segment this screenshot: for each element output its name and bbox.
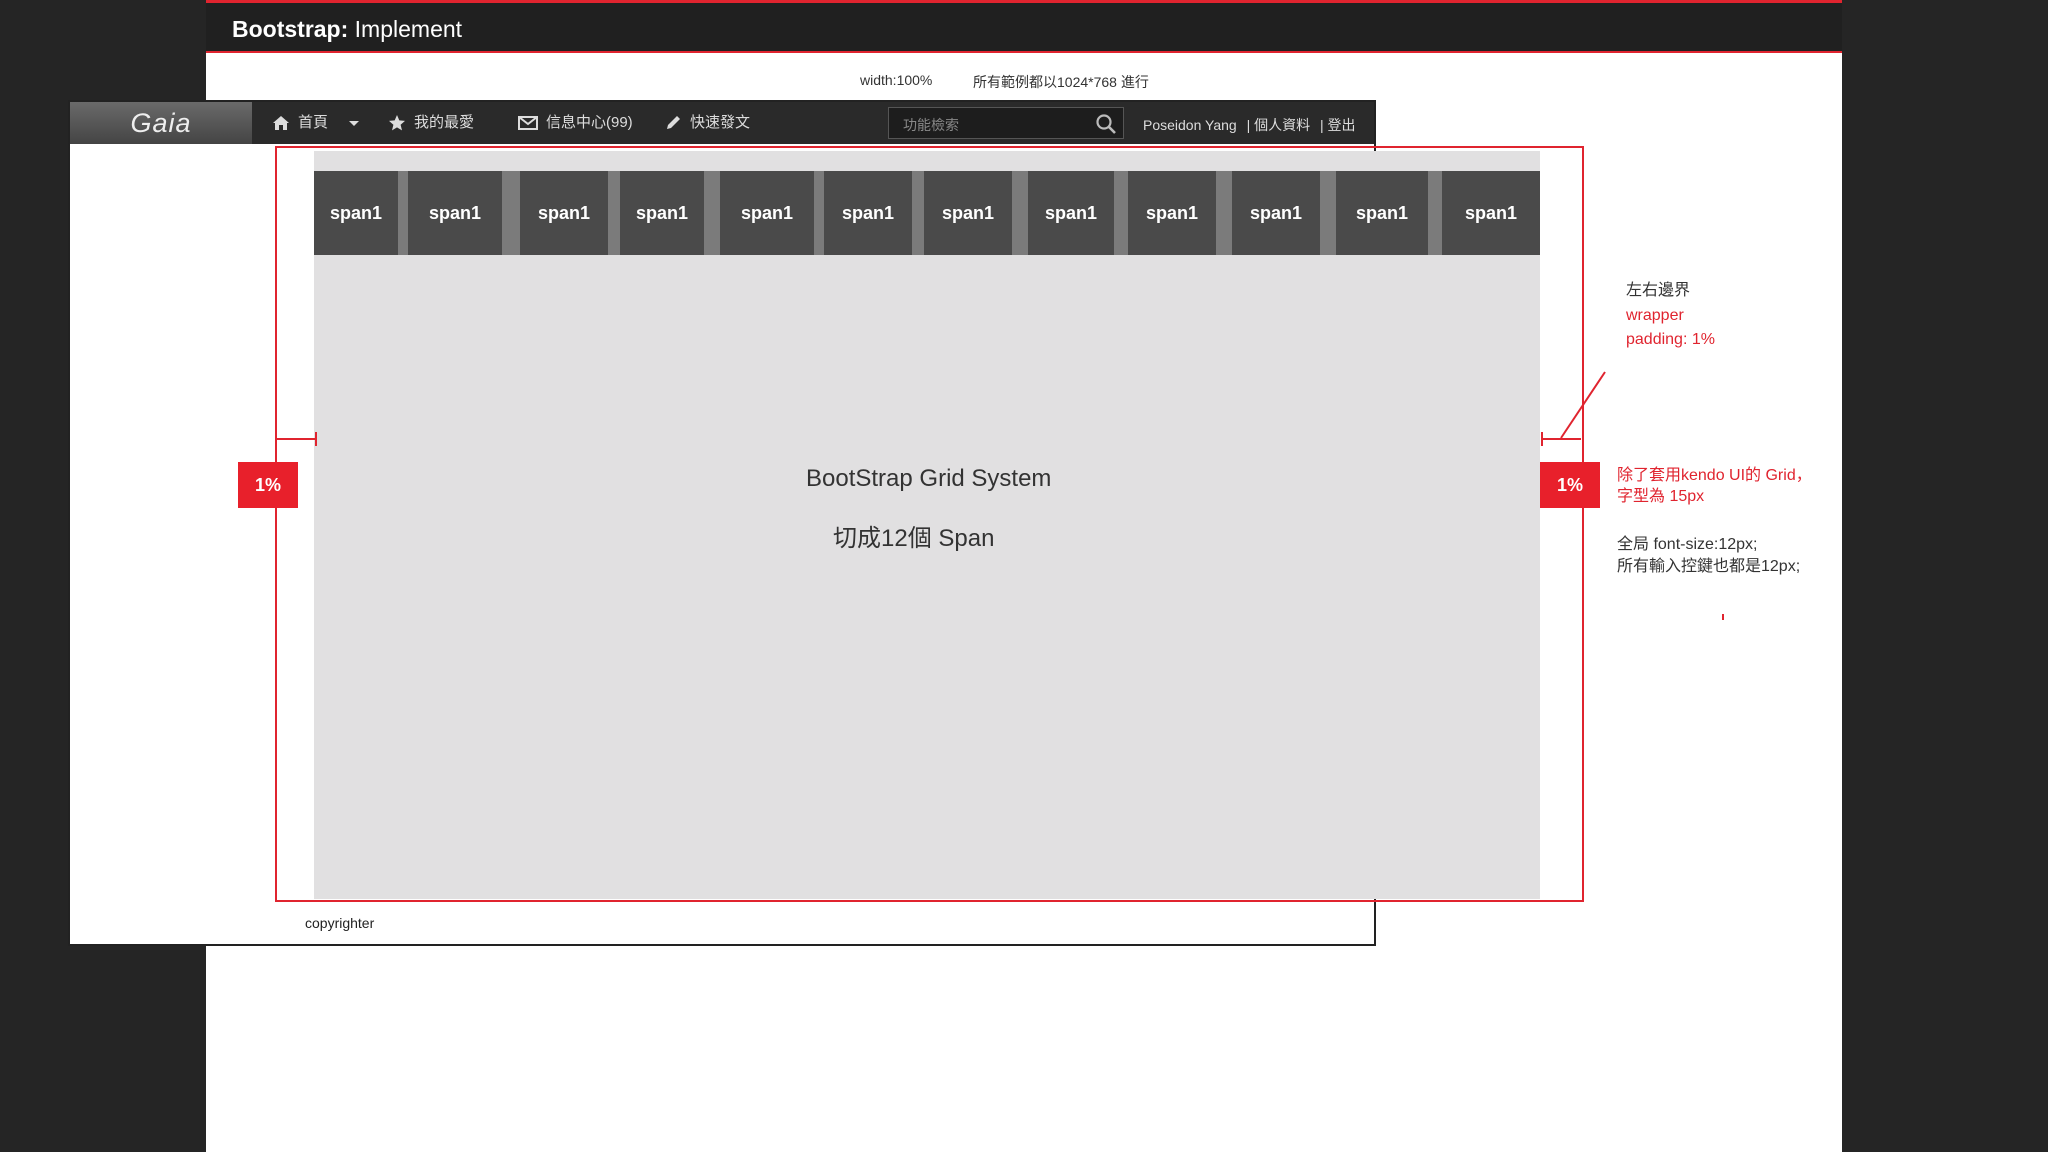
annotation-font-line2: 所有輸入控鍵也都是12px;	[1617, 558, 1801, 575]
annotation-wrapper-padding: padding: 1%	[1626, 331, 1715, 348]
annotation-wrapper-title: 左右邊界	[1626, 282, 1691, 299]
right-padding-tick	[1541, 432, 1543, 446]
navbar: Gaia 首頁 我的最愛 信息中心(99) 快速發文 功能檢索 Poseidon…	[70, 102, 1374, 144]
annotation-kendo-line2: 字型為 15px	[1617, 488, 1705, 505]
nav-home[interactable]: 首頁	[272, 113, 368, 133]
width-note: width:100%	[860, 72, 933, 88]
star-icon	[389, 115, 405, 131]
left-padding-badge: 1%	[238, 462, 298, 508]
span-gutter	[814, 171, 824, 255]
span-gutter	[1012, 171, 1028, 255]
nav-messages[interactable]: 信息中心(99)	[518, 113, 633, 133]
span-gutter	[704, 171, 720, 255]
annotation-wrapper-name: wrapper	[1626, 307, 1684, 324]
span-column-6: span1	[824, 171, 912, 255]
span-gutter	[1216, 171, 1232, 255]
left-padding-tick	[315, 432, 317, 446]
search-placeholder: 功能檢索	[903, 117, 959, 133]
footer-copyright: copyrighter	[305, 915, 375, 931]
nav-messages-label: 信息中心(99)	[546, 114, 633, 131]
mail-icon	[518, 116, 538, 131]
nav-favorites[interactable]: 我的最愛	[388, 113, 474, 133]
search-input[interactable]: 功能檢索	[888, 107, 1124, 139]
user-links: Poseidon Yang | 個人資料 | 登出	[1143, 115, 1362, 135]
span-gutter	[912, 171, 924, 255]
pencil-icon	[667, 116, 680, 130]
home-icon	[273, 116, 289, 131]
span-column-9: span1	[1128, 171, 1216, 255]
annotation-font-line1: 全局 font-size:12px;	[1617, 536, 1758, 553]
span-column-8: span1	[1028, 171, 1114, 255]
span-column-4: span1	[620, 171, 704, 255]
span-column-5: span1	[720, 171, 814, 255]
span-column-11: span1	[1336, 171, 1428, 255]
span-column-12: span1	[1442, 171, 1540, 255]
span-gutter	[398, 171, 408, 255]
grid-caption-subtitle: 切成12個 Span	[833, 525, 995, 552]
annotation-kendo-line1: 除了套用kendo UI的 Grid，	[1617, 467, 1812, 484]
app-logo[interactable]: Gaia	[70, 102, 252, 144]
grid-caption-title: BootStrap Grid System	[806, 465, 1052, 492]
nav-quick-post-label: 快速發文	[690, 114, 751, 131]
slide-title: Bootstrap: Implement	[232, 16, 463, 42]
nav-home-label: 首頁	[298, 114, 329, 131]
span-gutter	[1114, 171, 1128, 255]
right-padding-badge: 1%	[1540, 462, 1600, 508]
span-column-1: span1	[314, 171, 398, 255]
span-gutter	[608, 171, 620, 255]
span-column-10: span1	[1232, 171, 1320, 255]
search-icon[interactable]	[1095, 113, 1117, 135]
span-row: span1 span1 span1 span1 span1 span1 span1 span1…	[314, 171, 1540, 255]
nav-favorites-label: 我的最愛	[414, 114, 475, 131]
span-column-7: span1	[924, 171, 1012, 255]
user-name[interactable]: Poseidon Yang	[1143, 117, 1237, 133]
annotation-dot	[1722, 614, 1724, 620]
nav-quick-post[interactable]: 快速發文	[664, 113, 750, 133]
left-padding-marker	[277, 438, 315, 440]
span-column-2: span1	[408, 171, 502, 255]
span-column-3: span1	[520, 171, 608, 255]
chevron-down-icon[interactable]	[348, 118, 360, 128]
span-gutter	[502, 171, 520, 255]
logout-link[interactable]: | 登出	[1320, 117, 1356, 133]
annotation-leader-line	[1560, 371, 1606, 439]
span-gutter	[1320, 171, 1336, 255]
profile-link[interactable]: | 個人資料	[1247, 117, 1311, 133]
span-gutter	[1428, 171, 1442, 255]
resolution-note: 所有範例都以1024*768 進行	[973, 74, 1149, 90]
slide-title-bar: Bootstrap: Implement	[206, 0, 1842, 53]
